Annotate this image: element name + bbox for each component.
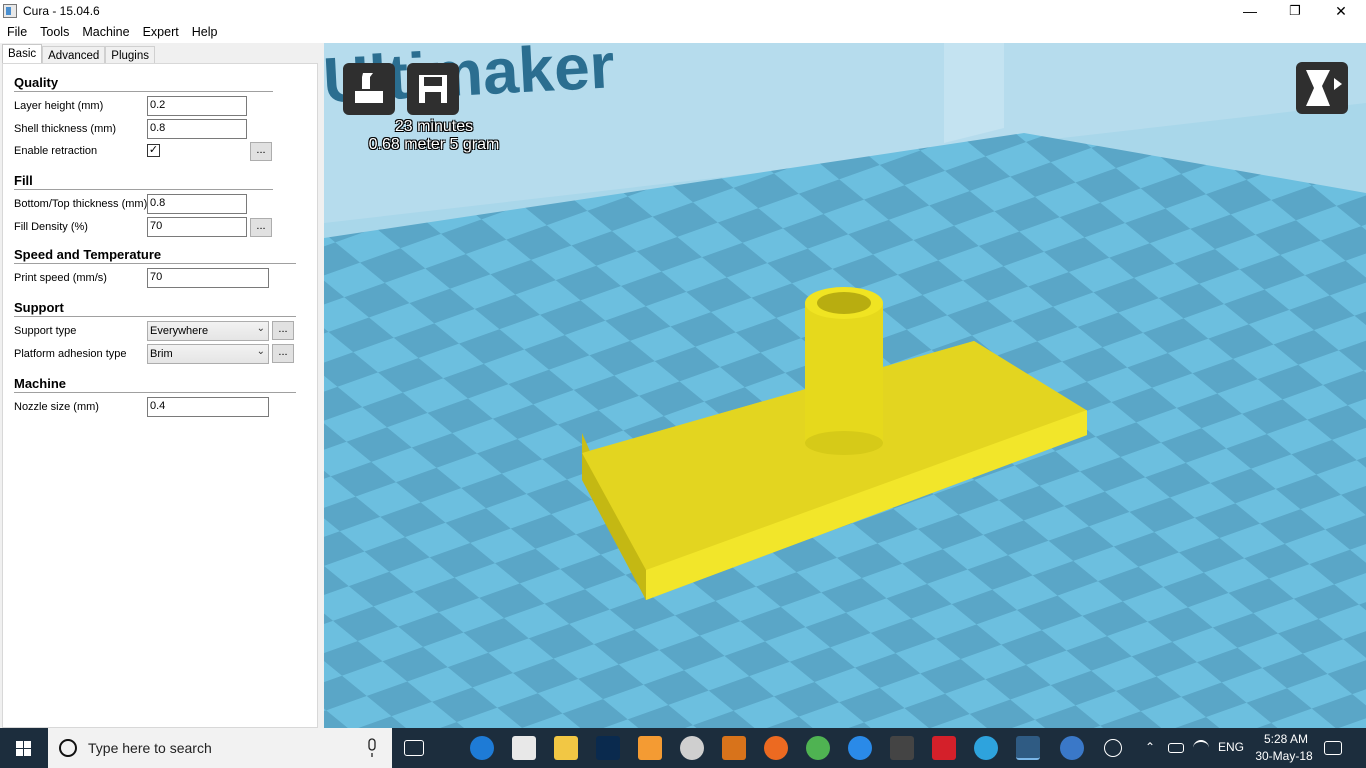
start-button[interactable] bbox=[0, 728, 48, 768]
store-icon[interactable] bbox=[512, 736, 536, 760]
view-mode-button[interactable] bbox=[1296, 62, 1348, 114]
print-speed-input[interactable]: 70 bbox=[147, 268, 269, 288]
shell-thickness-label: Shell thickness (mm) bbox=[14, 123, 117, 135]
adhesion-settings-button[interactable]: ... bbox=[272, 344, 294, 363]
fill-density-input[interactable]: 70 bbox=[147, 217, 247, 237]
maximize-button[interactable]: ❐ bbox=[1272, 0, 1318, 22]
platform-adhesion-label: Platform adhesion type bbox=[14, 348, 127, 360]
firefox-icon[interactable] bbox=[764, 736, 788, 760]
nozzle-size-input[interactable]: 0.4 bbox=[147, 397, 269, 417]
3d-viewport[interactable]: Ultimaker 23 minutes 0.68 meter 5 gram bbox=[324, 43, 1366, 728]
cura-taskbar-icon[interactable] bbox=[1016, 736, 1040, 760]
model-cylinder-hole bbox=[817, 292, 871, 314]
section-divider bbox=[14, 189, 273, 190]
layer-height-label: Layer height (mm) bbox=[14, 100, 104, 112]
print-speed-label: Print speed (mm/s) bbox=[14, 272, 107, 284]
app-f-icon[interactable] bbox=[638, 736, 662, 760]
menu-tools[interactable]: Tools bbox=[33, 22, 75, 43]
section-divider bbox=[14, 263, 296, 264]
bottom-top-thickness-label: Bottom/Top thickness (mm) bbox=[14, 198, 148, 210]
settings-panel: Basic Advanced Plugins Quality Layer hei… bbox=[0, 43, 324, 728]
print-time-text: 23 minutes bbox=[394, 118, 474, 135]
load-model-icon bbox=[355, 73, 383, 103]
shell-thickness-input[interactable]: 0.8 bbox=[147, 119, 247, 139]
section-divider bbox=[14, 316, 296, 317]
help-icon[interactable] bbox=[1060, 736, 1084, 760]
menu-help[interactable]: Help bbox=[185, 22, 224, 43]
window-title: Cura - 15.04.6 bbox=[23, 4, 100, 18]
side-wall bbox=[944, 43, 1004, 143]
section-speed-temperature: Speed and Temperature bbox=[14, 247, 162, 262]
model-cylinder-body bbox=[805, 303, 883, 443]
settings-tabs: Basic Advanced Plugins bbox=[2, 44, 155, 65]
section-support: Support bbox=[14, 300, 64, 315]
section-divider bbox=[14, 91, 273, 92]
clock-date[interactable]: 30-May-18 bbox=[1250, 749, 1318, 763]
task-view-icon[interactable] bbox=[404, 740, 424, 756]
fill-density-label: Fill Density (%) bbox=[14, 221, 88, 233]
enable-retraction-checkbox[interactable]: ✓ bbox=[147, 144, 160, 157]
search-placeholder: Type here to search bbox=[88, 740, 212, 756]
support-type-label: Support type bbox=[14, 325, 77, 337]
basic-tab-content: Quality Layer height (mm) 0.2 Shell thic… bbox=[2, 63, 318, 728]
save-icon bbox=[419, 75, 447, 103]
menu-expert[interactable]: Expert bbox=[136, 22, 185, 43]
telegram-icon[interactable] bbox=[974, 736, 998, 760]
minimize-button[interactable]: — bbox=[1227, 0, 1273, 22]
section-fill: Fill bbox=[14, 173, 33, 188]
internet-explorer-icon[interactable] bbox=[848, 736, 872, 760]
wifi-icon[interactable] bbox=[1193, 740, 1209, 756]
model-cylinder-bottom bbox=[805, 431, 883, 455]
save-gcode-button[interactable] bbox=[407, 63, 459, 115]
close-button[interactable]: ✕ bbox=[1318, 0, 1364, 22]
chevron-down-icon: ⌄ bbox=[256, 346, 265, 357]
notifications-icon[interactable] bbox=[1324, 741, 1342, 755]
app-e-icon[interactable] bbox=[722, 736, 746, 760]
support-type-select[interactable]: Everywhere ⌄ bbox=[147, 321, 269, 341]
menu-machine[interactable]: Machine bbox=[75, 22, 135, 43]
retraction-settings-button[interactable]: ... bbox=[250, 142, 272, 161]
file-explorer-icon[interactable] bbox=[554, 736, 578, 760]
people-icon[interactable] bbox=[1104, 739, 1122, 757]
cura-app-icon bbox=[3, 4, 17, 18]
tray-chevron-up-icon[interactable]: ⌃ bbox=[1145, 740, 1155, 754]
print-material-text: 0.68 meter 5 gram bbox=[368, 136, 500, 153]
camera-app-icon[interactable] bbox=[680, 736, 704, 760]
menu-file[interactable]: File bbox=[0, 22, 33, 43]
section-quality: Quality bbox=[14, 75, 59, 90]
tab-basic[interactable]: Basic bbox=[2, 44, 43, 65]
platform-adhesion-select[interactable]: Brim ⌄ bbox=[147, 344, 269, 364]
title-bar: Cura - 15.04.6 — ❐ ✕ bbox=[0, 0, 1366, 22]
layer-height-input[interactable]: 0.2 bbox=[147, 96, 247, 116]
edge-icon[interactable] bbox=[470, 736, 494, 760]
clock-time[interactable]: 5:28 AM bbox=[1258, 732, 1314, 746]
language-indicator[interactable]: ENG bbox=[1218, 740, 1244, 754]
app-inkscape-icon[interactable] bbox=[890, 736, 914, 760]
fill-settings-button[interactable]: ... bbox=[250, 218, 272, 237]
enable-retraction-label: Enable retraction bbox=[14, 145, 98, 157]
battery-icon[interactable] bbox=[1168, 743, 1184, 753]
bottom-top-thickness-input[interactable]: 0.8 bbox=[147, 194, 247, 214]
taskbar-search[interactable]: Type here to search bbox=[48, 728, 392, 768]
atom-icon[interactable] bbox=[806, 736, 830, 760]
photoshop-icon[interactable] bbox=[596, 736, 620, 760]
search-icon bbox=[59, 739, 77, 757]
kaspersky-icon[interactable] bbox=[932, 736, 956, 760]
view-mode-icon bbox=[1306, 70, 1342, 106]
section-machine: Machine bbox=[14, 376, 67, 391]
chevron-down-icon: ⌄ bbox=[256, 323, 265, 334]
microphone-icon[interactable] bbox=[365, 738, 379, 758]
menu-bar: File Tools Machine Expert Help bbox=[0, 22, 1366, 43]
support-type-value: Everywhere bbox=[150, 325, 209, 337]
windows-logo-icon bbox=[16, 741, 31, 756]
nozzle-size-label: Nozzle size (mm) bbox=[14, 401, 99, 413]
section-divider bbox=[14, 392, 296, 393]
support-settings-button[interactable]: ... bbox=[272, 321, 294, 340]
load-model-button[interactable] bbox=[343, 63, 395, 115]
platform-adhesion-value: Brim bbox=[150, 348, 173, 360]
taskbar: Type here to search ⌃ ENG 5:28 AM 30-May… bbox=[0, 728, 1366, 768]
